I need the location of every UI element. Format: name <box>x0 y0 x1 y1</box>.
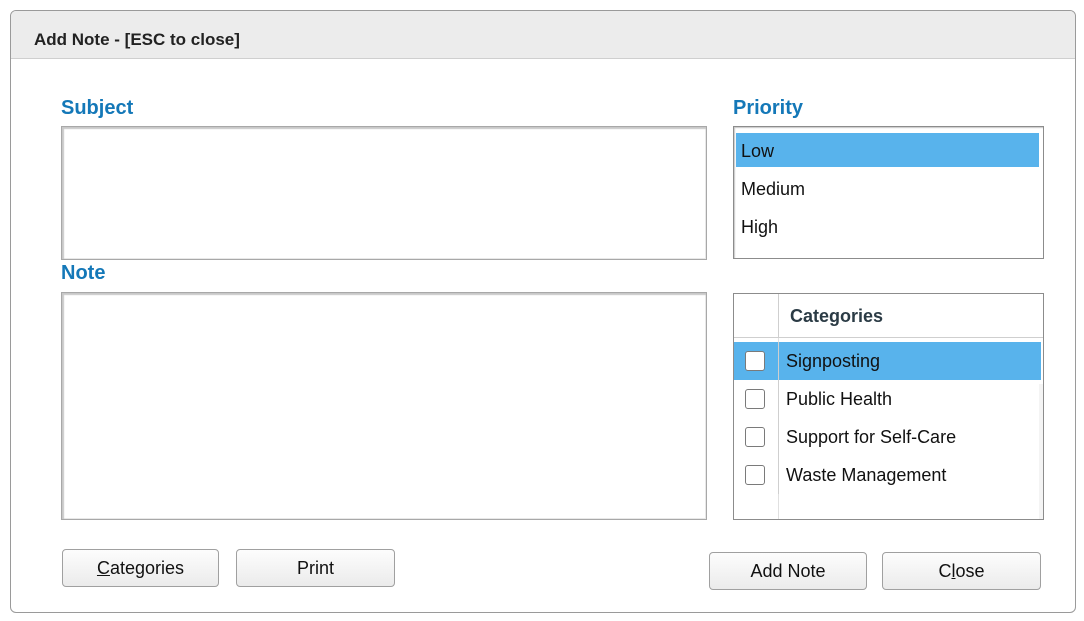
priority-option-medium[interactable]: Medium <box>736 171 1039 205</box>
note-field[interactable] <box>61 292 707 520</box>
category-checkbox[interactable] <box>745 389 765 409</box>
category-label: Waste Management <box>786 465 947 485</box>
subject-field[interactable] <box>61 126 707 260</box>
dialog-titlebar[interactable]: Add Note - [ESC to close] <box>11 11 1075 59</box>
categories-table-header: Categories <box>734 294 1043 338</box>
priority-label: Priority <box>733 97 804 119</box>
category-checkbox[interactable] <box>745 465 765 485</box>
categories-button[interactable]: Categories <box>62 549 219 587</box>
add-note-dialog: Add Note - [ESC to close] Subject Note P… <box>10 10 1076 613</box>
header-divider <box>778 294 779 338</box>
categories-table: Categories Signposting Public Health Sup… <box>733 293 1044 520</box>
category-checkbox[interactable] <box>745 351 765 371</box>
categories-button-label: ategories <box>109 558 185 578</box>
note-label: Note <box>61 262 106 284</box>
subject-label: Subject <box>61 97 134 119</box>
close-button-label-pre: C <box>938 561 952 581</box>
priority-listbox[interactable]: Low Medium High <box>733 126 1044 259</box>
print-button-label: Print <box>296 558 334 578</box>
row-divider <box>778 380 779 418</box>
table-scrollbar[interactable] <box>1039 384 1043 519</box>
close-button-label-rest: ose <box>955 561 985 581</box>
close-button[interactable]: Close <box>882 552 1041 590</box>
row-divider <box>778 342 779 380</box>
category-row-support-for-self-care[interactable]: Support for Self-Care <box>734 418 1041 456</box>
category-row-waste-management[interactable]: Waste Management <box>734 456 1041 494</box>
print-button[interactable]: Print <box>236 549 395 587</box>
add-note-button[interactable]: Add Note <box>709 552 867 590</box>
categories-button-accel: C <box>96 558 110 578</box>
category-row-public-health[interactable]: Public Health <box>734 380 1041 418</box>
category-checkbox[interactable] <box>745 427 765 447</box>
category-label: Support for Self-Care <box>786 427 957 447</box>
category-label: Public Health <box>786 389 893 409</box>
dialog-title: Add Note - [ESC to close] <box>34 30 240 49</box>
row-divider <box>778 418 779 456</box>
categories-column-header[interactable]: Categories <box>790 306 883 327</box>
category-label: Signposting <box>786 351 881 371</box>
add-note-button-label: Add Note <box>750 561 826 581</box>
category-row-signposting[interactable]: Signposting <box>734 342 1041 380</box>
priority-option-high[interactable]: High <box>736 209 1039 243</box>
priority-option-low[interactable]: Low <box>736 133 1039 167</box>
row-divider <box>778 456 779 494</box>
